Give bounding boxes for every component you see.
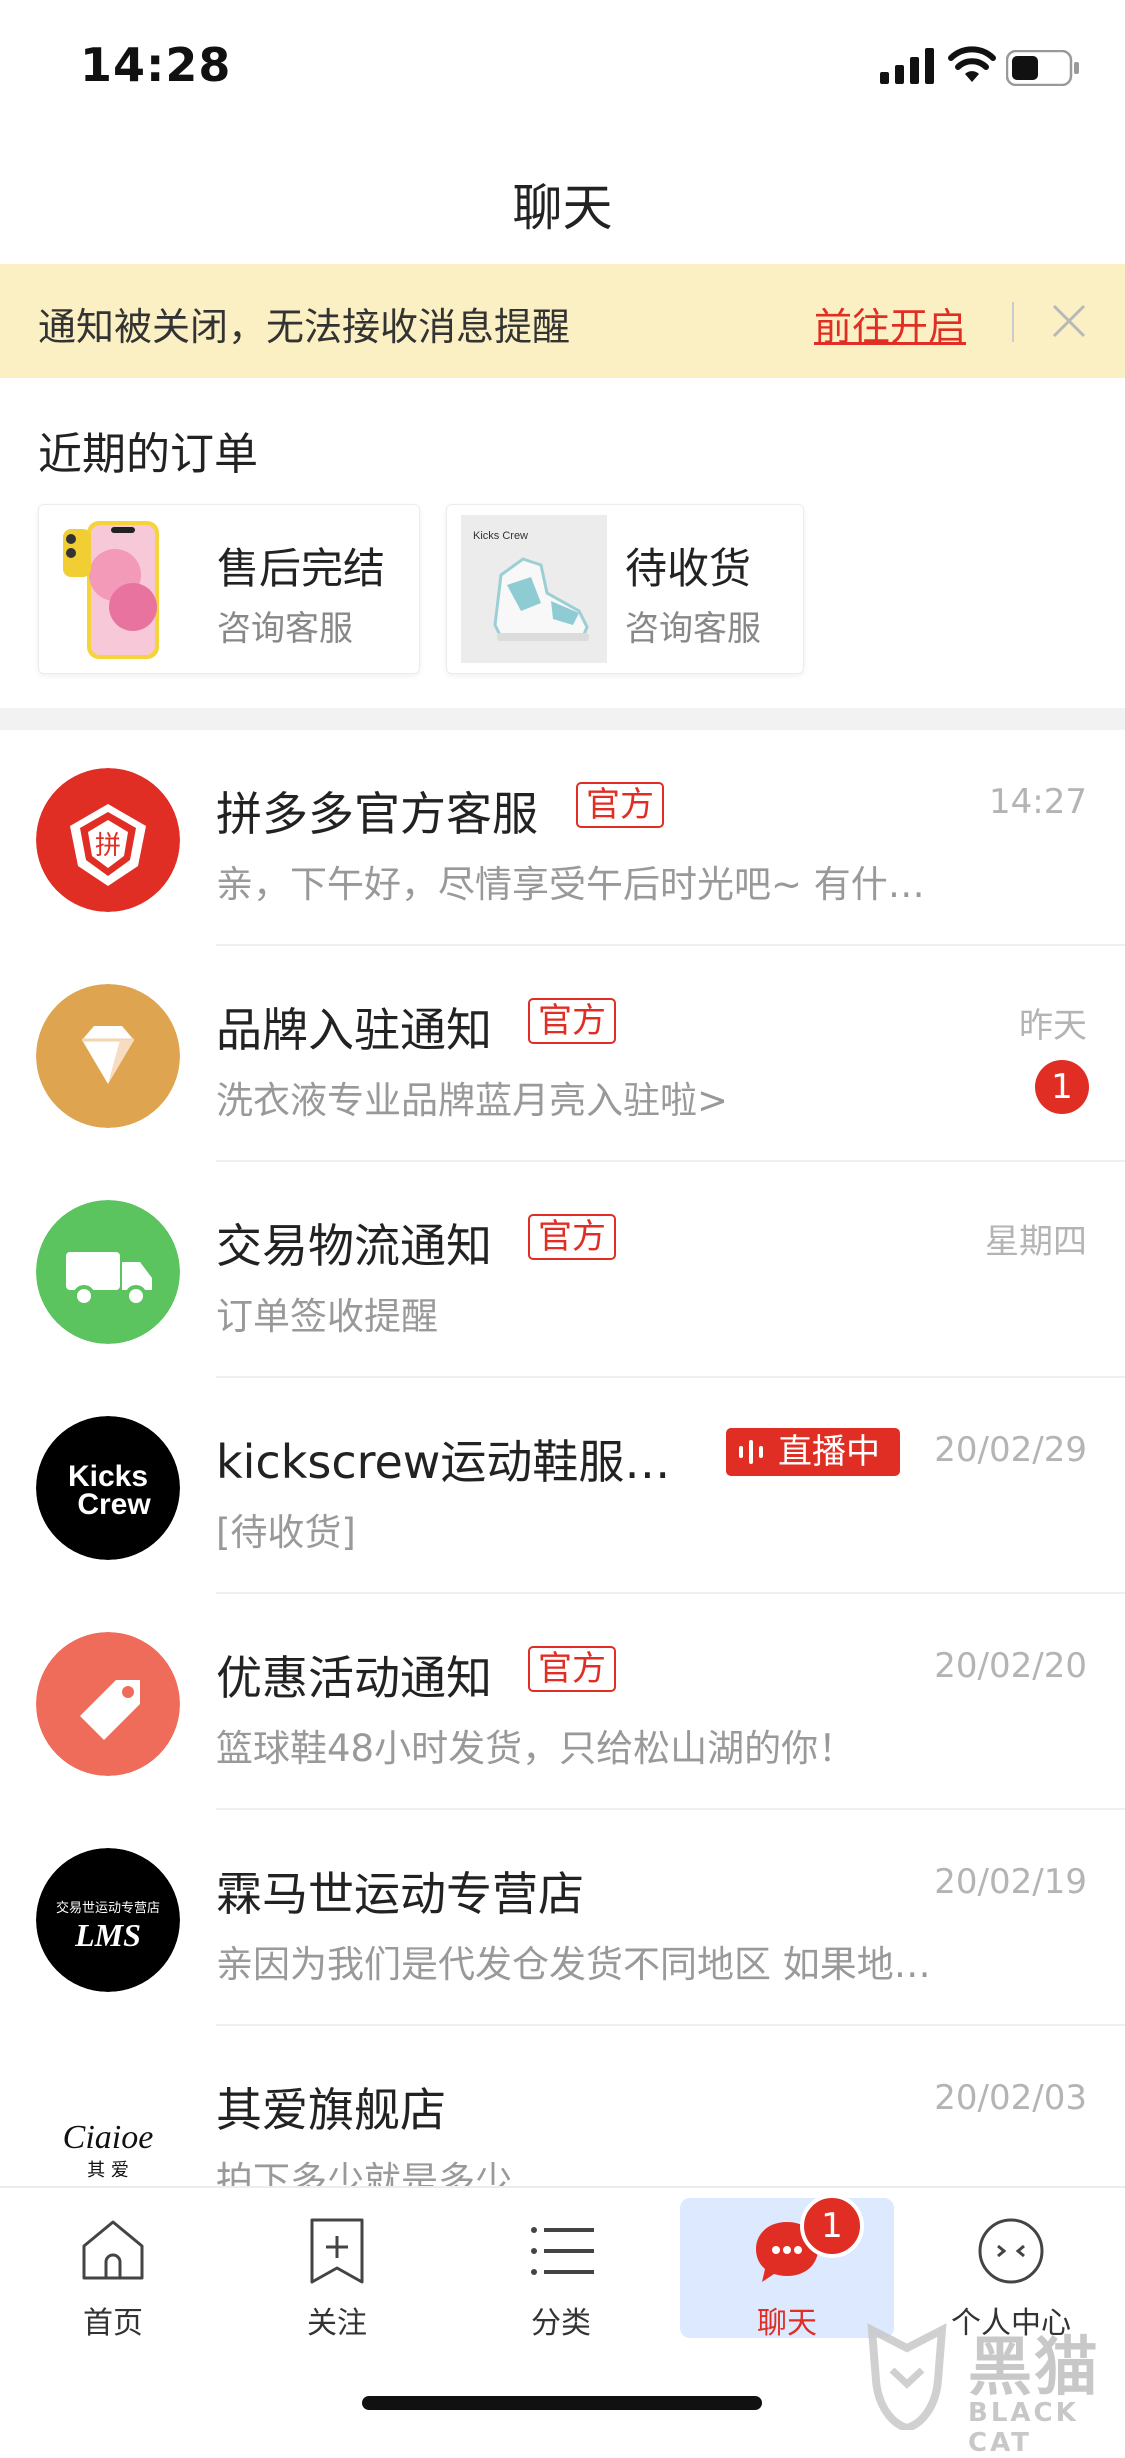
chat-preview: [待收货] [216, 1511, 356, 1554]
chat-row-ciaioe-store[interactable]: Ciaioe 其 爱 其爱旗舰店 20/02/03 拍下多少就是多少 [0, 2026, 1125, 2186]
pinduoduo-logo: 拼 [36, 768, 180, 912]
contact-support-link[interactable]: 咨询客服 [625, 601, 761, 650]
status-time: 14:28 [80, 38, 232, 92]
chat-name: 拼多多官方客服 [216, 787, 538, 841]
home-indicator [362, 2396, 762, 2410]
chat-time: 20/02/29 [934, 1430, 1087, 1470]
chat-time: 昨天 [1019, 1006, 1087, 1046]
black-cat-watermark-icon [867, 2323, 947, 2430]
chat-time: 星期四 [985, 1222, 1087, 1262]
bookmark-plus-icon [310, 2218, 364, 2284]
order-card[interactable]: 售后完结 咨询客服 [38, 504, 420, 674]
tab-follow[interactable]: 关注 [232, 2206, 442, 2346]
ciaioe-logo: Ciaioe 其 爱 [36, 2064, 180, 2186]
recent-orders-title: 近期的订单 [38, 429, 258, 480]
wifi-icon [948, 46, 996, 82]
contact-support-link[interactable]: 咨询客服 [217, 601, 353, 650]
order-status: 待收货 [625, 544, 752, 593]
chat-row-lms-store[interactable]: 交易世运动专营店 LMS 霖马世运动专营店 20/02/19 亲因为我们是代发仓… [0, 1810, 1125, 2026]
chat-time: 20/02/03 [934, 2078, 1087, 2118]
svg-text:LMS: LMS [74, 1917, 141, 1953]
chat-name: 优惠活动通知 [216, 1651, 492, 1705]
page-title: 聊天 [512, 179, 613, 237]
chat-time: 20/02/19 [934, 1862, 1087, 1902]
chat-time: 20/02/20 [934, 1646, 1087, 1686]
official-badge: 官方 [528, 1646, 616, 1692]
official-badge: 官方 [528, 998, 616, 1044]
chat-time: 14:27 [989, 782, 1087, 822]
svg-text:Crew: Crew [77, 1488, 151, 1521]
chat-row-logistics-notice[interactable]: 交易物流通知 官方 星期四 订单签收提醒 [0, 1162, 1125, 1378]
tab-label: 分类 [531, 2306, 591, 2341]
home-icon [82, 2220, 144, 2280]
lms-logo: 交易世运动专营店 LMS [36, 1848, 180, 1992]
price-tag-icon [36, 1632, 180, 1776]
banner-divider [1012, 302, 1014, 342]
svg-text:其 爱: 其 爱 [87, 2160, 129, 2181]
svg-text:Ciaioe: Ciaioe [63, 2119, 154, 2156]
profile-face-icon [978, 2218, 1044, 2284]
official-badge: 官方 [576, 782, 664, 828]
sneaker-thumbnail: Kicks Crew [461, 515, 607, 663]
order-card[interactable]: Kicks Crew 待收货 咨询客服 [446, 504, 804, 674]
chat-preview: 亲，下午好，尽情享受午后时光吧~ 有什… [216, 863, 925, 906]
iphone-thumbnail [53, 515, 199, 663]
chat-preview: 亲因为我们是代发仓发货不同地区 如果地… [216, 1943, 931, 1986]
official-badge: 官方 [528, 1214, 616, 1260]
chat-name: 品牌入驻通知 [216, 1003, 492, 1057]
svg-text:拼: 拼 [95, 831, 121, 861]
chat-name: 交易物流通知 [216, 1219, 492, 1273]
chat-tab-unread-badge: 1 [800, 2194, 864, 2258]
list-icon [531, 2227, 594, 2275]
live-badge: 直播中 [726, 1428, 900, 1476]
unread-count-badge: 1 [1035, 1060, 1089, 1114]
chat-name: 霖马世运动专营店 [216, 1867, 584, 1921]
order-status: 售后完结 [217, 544, 386, 593]
chat-preview: 订单签收提醒 [216, 1295, 438, 1338]
watermark-subtext: BLACK CAT [968, 2398, 1079, 2458]
chat-row-pdd-service[interactable]: 拼 拼多多官方客服 官方 14:27 亲，下午好，尽情享受午后时光吧~ 有什… [0, 730, 1125, 946]
chat-preview: 洗衣液专业品牌蓝月亮入驻啦> [216, 1079, 729, 1122]
chat-name: kickscrew运动鞋服… [216, 1435, 671, 1489]
live-badge-label: 直播中 [778, 1432, 880, 1472]
tab-label: 关注 [307, 2306, 367, 2341]
kickscrew-logo: Kicks Crew [36, 1416, 180, 1560]
svg-text:交易世运动专营店: 交易世运动专营店 [56, 1900, 160, 1916]
chat-row-brand-notice[interactable]: 品牌入驻通知 官方 昨天 洗衣液专业品牌蓝月亮入驻啦> 1 [0, 946, 1125, 1162]
tab-categories[interactable]: 分类 [456, 2206, 666, 2346]
section-separator [0, 708, 1125, 730]
chat-row-promo-notice[interactable]: 优惠活动通知 官方 20/02/20 篮球鞋48小时发货，只给松山湖的你！ [0, 1594, 1125, 1810]
chat-row-kickscrew[interactable]: Kicks Crew kickscrew运动鞋服… 直播中 20/02/29 [… [0, 1378, 1125, 1594]
diamond-icon [36, 984, 180, 1128]
enable-notifications-link[interactable]: 前往开启 [814, 296, 966, 351]
tab-home[interactable]: 首页 [8, 2206, 218, 2346]
watermark-text: 黑猫 [968, 2331, 1100, 2405]
chat-preview: 拍下多少就是多少 [216, 2159, 512, 2186]
close-icon[interactable] [1050, 302, 1088, 340]
cellular-signal-icon [880, 48, 934, 84]
battery-icon [1006, 50, 1079, 86]
chat-name: 其爱旗舰店 [216, 2083, 446, 2137]
truck-icon [36, 1200, 180, 1344]
notification-banner-text: 通知被关闭，无法接收消息提醒 [38, 305, 571, 349]
live-wave-icon [739, 1440, 763, 1464]
chat-preview: 篮球鞋48小时发货，只给松山湖的你！ [216, 1727, 856, 1770]
svg-text:Kicks Crew: Kicks Crew [473, 530, 528, 542]
tab-label: 首页 [83, 2306, 143, 2341]
